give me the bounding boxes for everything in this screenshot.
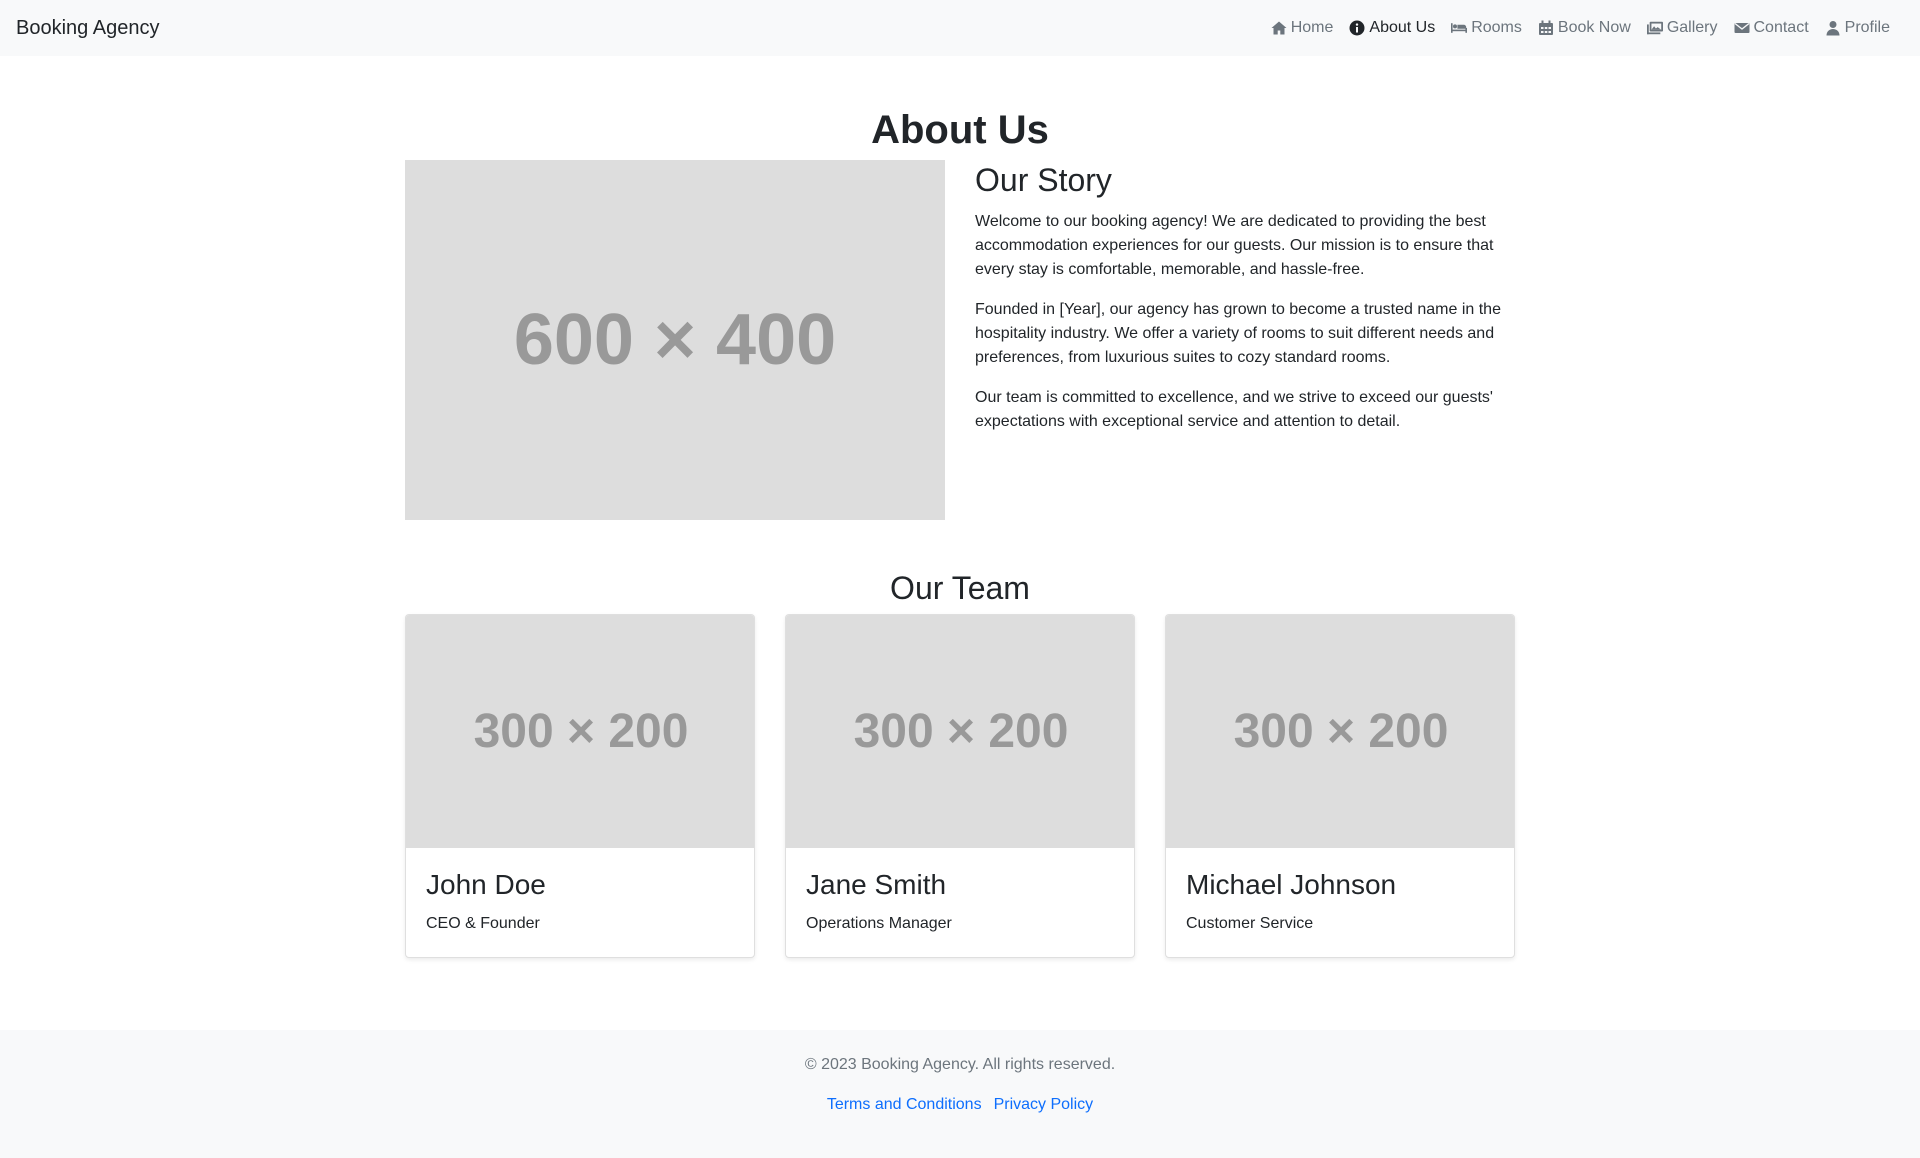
team-card: 300 × 200 John Doe CEO & Founder [405,614,755,958]
footer-links: Terms and Conditions Privacy Policy [0,1096,1920,1114]
nav-item-home[interactable]: Home [1263,11,1342,45]
team-image-label: 300 × 200 [853,705,1069,758]
team-member-name: Jane Smith [806,869,947,900]
calendar-icon [1538,20,1553,35]
footer: © 2023 Booking Agency. All rights reserv… [0,1030,1920,1158]
team-image-label: 300 × 200 [1233,705,1449,758]
info-icon [1349,20,1365,36]
team-card: 300 × 200 Jane Smith Operations Manager [785,614,1135,958]
team-member-image: 300 × 200 [1166,615,1514,848]
card-body: Michael Johnson Customer Service [1166,848,1514,956]
nav-item-contact[interactable]: Contact [1726,11,1817,45]
story-image: 600 × 400 [405,160,945,520]
nav-item-label: Profile [1844,19,1890,36]
nav-item-rooms[interactable]: Rooms [1443,11,1530,45]
team-member-name: John Doe [426,869,546,900]
team-member-image: 300 × 200 [786,615,1134,848]
story-paragraph: Founded in [Year], our agency has grown … [975,301,1501,366]
bed-icon [1451,23,1468,33]
nav-links: Home About Us Rooms Book Now Gallery Con… [1263,11,1898,45]
card-body: John Doe CEO & Founder [406,848,754,956]
team-member-name: Michael Johnson [1186,869,1397,900]
nav-item-label: Rooms [1471,19,1522,36]
brand-link[interactable]: Booking Agency [16,17,159,40]
card-body: Jane Smith Operations Manager [786,848,1134,956]
team-member-role: CEO & Founder [426,915,540,932]
team-image-label: 300 × 200 [473,705,689,758]
terms-link[interactable]: Terms and Conditions [827,1096,982,1114]
nav-item-book-now[interactable]: Book Now [1530,11,1639,45]
nav-item-label: Home [1290,19,1334,36]
nav-item-profile[interactable]: Profile [1817,11,1898,45]
home-icon [1271,21,1287,35]
story-paragraph: Welcome to our booking agency! We are de… [975,213,1494,278]
team-heading: Our Team [890,570,1030,606]
images-icon [1646,21,1663,35]
envelope-icon [1734,22,1749,33]
copyright-text: © 2023 Booking Agency. All rights reserv… [804,1056,1116,1073]
story-heading: Our Story [975,162,1112,198]
story-paragraph: Our team is committed to excellence, and… [975,389,1493,430]
team-member-image: 300 × 200 [406,615,754,848]
nav-item-label: Gallery [1666,19,1718,36]
team-member-role: Operations Manager [806,915,952,932]
nav-item-gallery[interactable]: Gallery [1639,11,1726,45]
team-card: 300 × 200 Michael Johnson Customer Servi… [1165,614,1515,958]
nav-item-label: Contact [1753,19,1809,36]
navbar: Booking Agency Home About Us Rooms Book … [0,0,1920,56]
nav-item-label: About Us [1369,19,1436,36]
page-title: About Us [871,108,1049,152]
nav-item-about[interactable]: About Us [1341,11,1443,45]
privacy-link[interactable]: Privacy Policy [994,1096,1094,1114]
story-section: Our Story Welcome to our booking agency!… [975,160,1515,450]
user-icon [1826,21,1840,36]
story-image-label: 600 × 400 [513,300,837,380]
nav-item-label: Book Now [1557,19,1631,36]
team-member-role: Customer Service [1186,915,1314,932]
